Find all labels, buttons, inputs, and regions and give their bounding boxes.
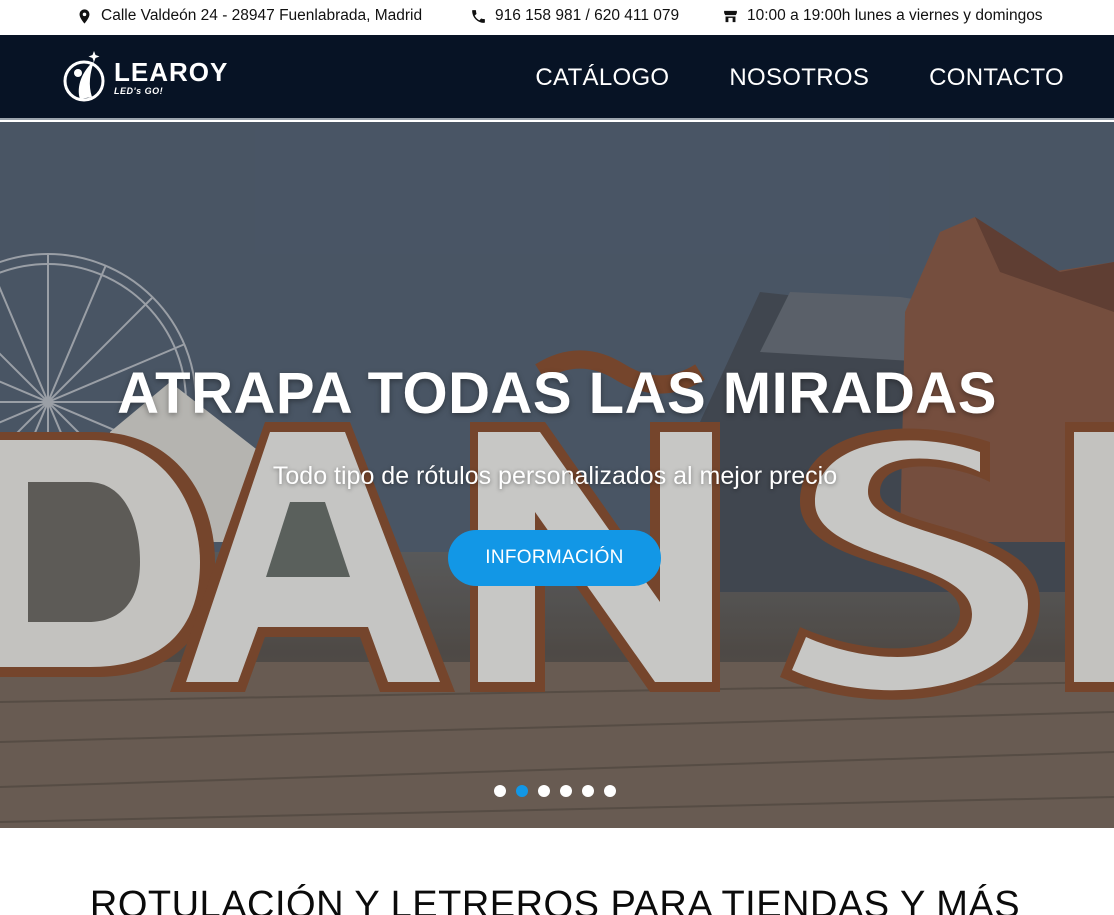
nav-catalogo[interactable]: CATÁLOGO: [535, 64, 669, 92]
slider-dot-2[interactable]: [516, 785, 528, 797]
hero-subtitle: Todo tipo de rótulos personalizados al m…: [272, 462, 838, 490]
store-icon: [724, 10, 737, 22]
hours-text: 10:00 a 19:00h lunes a viernes y domingo…: [747, 7, 1043, 24]
top-info-bar: Calle Valdeón 24 - 28947 Fuenlabrada, Ma…: [0, 0, 1114, 35]
hero-slider: ATRAPA TODAS LAS MIRADAS Todo tipo de ró…: [0, 122, 1114, 828]
map-pin-icon: [79, 8, 90, 24]
logo-name: LEAROY: [114, 56, 229, 87]
logo-tagline: LED's GO!: [114, 85, 164, 96]
site-logo[interactable]: LEAROY LED's GO!: [62, 47, 232, 107]
main-navbar: LEAROY LED's GO! CATÁLOGO NOSOTROS CONTA…: [0, 35, 1114, 120]
slider-pagination: [494, 785, 616, 797]
logo-mark-icon: [63, 51, 105, 102]
main-nav: CATÁLOGO NOSOTROS CONTACTO: [535, 35, 1064, 120]
slider-dot-5[interactable]: [582, 785, 594, 797]
slider-dot-4[interactable]: [560, 785, 572, 797]
phone-text[interactable]: 916 158 981 / 620 411 079: [495, 7, 679, 25]
slider-dot-1[interactable]: [494, 785, 506, 797]
slider-dot-6[interactable]: [604, 785, 616, 797]
nav-contacto[interactable]: CONTACTO: [929, 64, 1064, 92]
phone-icon: [472, 9, 485, 23]
informacion-button[interactable]: INFORMACIÓN: [448, 530, 661, 586]
logo-text: LEAROY LED's GO!: [114, 59, 228, 96]
address-info: Calle Valdeón 24 - 28947 Fuenlabrada, Ma…: [76, 0, 422, 32]
slider-dot-3[interactable]: [538, 785, 550, 797]
phone-info[interactable]: 916 158 981 / 620 411 079: [470, 0, 679, 32]
nav-nosotros[interactable]: NOSOTROS: [729, 64, 869, 92]
section-title: ROTULACIÓN Y LETREROS PARA TIENDAS Y MÁS: [89, 884, 1021, 915]
hero-title: ATRAPA TODAS LAS MIRADAS: [117, 361, 997, 426]
address-text: Calle Valdeón 24 - 28947 Fuenlabrada, Ma…: [101, 7, 423, 24]
hours-info: 10:00 a 19:00h lunes a viernes y domingo…: [722, 0, 1043, 32]
